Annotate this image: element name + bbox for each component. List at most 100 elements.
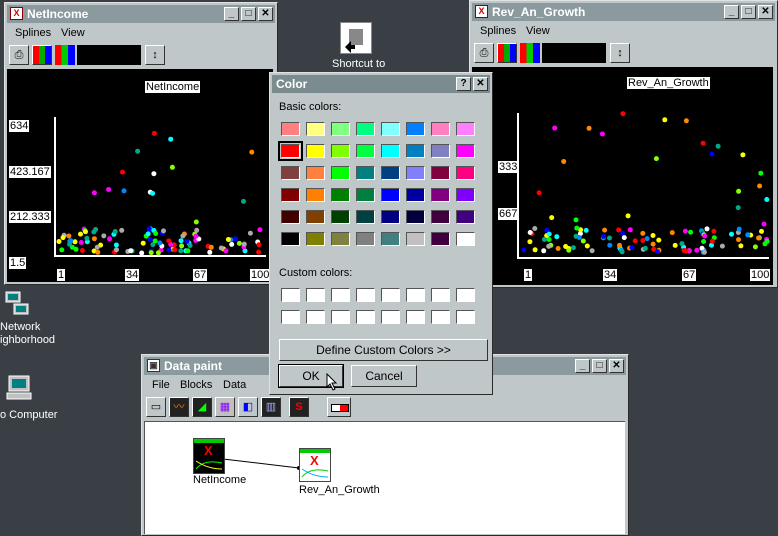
- color-swatch[interactable]: [381, 232, 400, 246]
- color-swatch[interactable]: [281, 166, 300, 180]
- shortcut-icon[interactable]: [340, 22, 372, 54]
- close-button[interactable]: ✕: [473, 77, 488, 91]
- color-swatch[interactable]: [406, 122, 425, 136]
- menu-view[interactable]: View: [61, 27, 85, 39]
- color-swatch[interactable]: [331, 188, 350, 202]
- color-swatch[interactable]: [431, 210, 450, 224]
- growth-titlebar[interactable]: X Rev_An_Growth _ □ ✕: [472, 3, 775, 21]
- menu-splines[interactable]: Splines: [15, 27, 51, 39]
- custom-color-swatch[interactable]: [381, 288, 400, 302]
- color-swatch[interactable]: [306, 188, 325, 202]
- color-swatch[interactable]: [356, 232, 375, 246]
- sort-icon[interactable]: ↕: [610, 43, 630, 63]
- color-swatch[interactable]: [281, 122, 300, 136]
- color-swatch[interactable]: [281, 232, 300, 246]
- color-swatch[interactable]: [381, 188, 400, 202]
- custom-color-swatch[interactable]: [356, 288, 375, 302]
- area-chart-icon[interactable]: ◢: [192, 397, 212, 417]
- custom-color-swatch[interactable]: [406, 310, 425, 324]
- color-swatch[interactable]: [431, 122, 450, 136]
- color-swatch[interactable]: [431, 144, 450, 158]
- growth-window[interactable]: X Rev_An_Growth _ □ ✕ Splines View ⎙ ↕ R…: [469, 0, 778, 288]
- netincome-titlebar[interactable]: X NetIncome _ □ ✕: [7, 5, 275, 23]
- print-icon[interactable]: ⎙: [9, 45, 29, 65]
- spline-block-icon[interactable]: S: [289, 397, 309, 417]
- color-swatch[interactable]: [456, 188, 475, 202]
- color-swatch[interactable]: [278, 141, 303, 161]
- color-swatch[interactable]: [306, 232, 325, 246]
- custom-color-swatch[interactable]: [331, 310, 350, 324]
- custom-color-swatch[interactable]: [431, 288, 450, 302]
- palette-icon[interactable]: [497, 43, 517, 63]
- color-swatch[interactable]: [431, 232, 450, 246]
- color-swatch[interactable]: [406, 166, 425, 180]
- color-swatch[interactable]: [456, 232, 475, 246]
- custom-color-swatch[interactable]: [381, 310, 400, 324]
- color-swatch[interactable]: [281, 188, 300, 202]
- color-swatch[interactable]: [331, 210, 350, 224]
- computer-icon[interactable]: [6, 374, 34, 402]
- color-swatch[interactable]: [331, 122, 350, 136]
- help-button[interactable]: ?: [456, 77, 471, 91]
- custom-color-swatch[interactable]: [331, 288, 350, 302]
- color-dialog-titlebar[interactable]: Color ? ✕: [272, 75, 490, 93]
- color-swatch[interactable]: [306, 166, 325, 180]
- color-swatch[interactable]: [381, 144, 400, 158]
- sort-icon[interactable]: ↕: [145, 45, 165, 65]
- close-button[interactable]: ✕: [609, 359, 624, 373]
- color-swatch[interactable]: [456, 122, 475, 136]
- color-swatch[interactable]: [381, 166, 400, 180]
- color-swatch[interactable]: [431, 166, 450, 180]
- close-button[interactable]: ✕: [758, 5, 773, 19]
- network-icon[interactable]: [4, 290, 32, 318]
- custom-color-swatch[interactable]: [456, 288, 475, 302]
- menu-blocks[interactable]: Blocks: [180, 379, 212, 391]
- color-swatch[interactable]: [356, 188, 375, 202]
- canvas-area[interactable]: X NetIncome X Rev_An_Growth: [144, 421, 625, 534]
- menu-file[interactable]: File: [152, 379, 170, 391]
- color-swatch[interactable]: [456, 144, 475, 158]
- minimize-button[interactable]: _: [224, 7, 239, 21]
- custom-color-swatch[interactable]: [406, 288, 425, 302]
- close-button[interactable]: ✕: [258, 7, 273, 21]
- grid-block-icon[interactable]: ▦: [215, 397, 235, 417]
- custom-color-swatch[interactable]: [306, 288, 325, 302]
- color-swatch[interactable]: [406, 232, 425, 246]
- color-swatch[interactable]: [281, 210, 300, 224]
- color-swatch[interactable]: [456, 210, 475, 224]
- minimize-button[interactable]: _: [724, 5, 739, 19]
- color-swatch[interactable]: [331, 232, 350, 246]
- menu-splines[interactable]: Splines: [480, 25, 516, 37]
- custom-color-swatch[interactable]: [281, 288, 300, 302]
- open-folder-icon[interactable]: ▭: [146, 397, 166, 417]
- custom-color-swatch[interactable]: [431, 310, 450, 324]
- color-swatch[interactable]: [356, 144, 375, 158]
- maximize-button[interactable]: □: [592, 359, 607, 373]
- color-swatch[interactable]: [381, 122, 400, 136]
- print-icon[interactable]: ⎙: [474, 43, 494, 63]
- color-swatch[interactable]: [356, 210, 375, 224]
- custom-color-swatch[interactable]: [306, 310, 325, 324]
- netincome-window[interactable]: X NetIncome _ □ ✕ Splines View ⎙ ↕ NetIn…: [4, 2, 278, 285]
- custom-color-swatch[interactable]: [356, 310, 375, 324]
- line-chart-icon[interactable]: 〰: [169, 397, 189, 417]
- maximize-button[interactable]: □: [741, 5, 756, 19]
- cancel-button[interactable]: Cancel: [351, 365, 417, 387]
- color-swatch[interactable]: [431, 188, 450, 202]
- menu-view[interactable]: View: [526, 25, 550, 37]
- color-swatch[interactable]: [406, 144, 425, 158]
- layers-icon[interactable]: ◧: [238, 397, 258, 417]
- color-swatch[interactable]: [406, 210, 425, 224]
- toggle-icon[interactable]: [327, 397, 351, 417]
- color-swatch[interactable]: [306, 122, 325, 136]
- color-swatch[interactable]: [306, 144, 325, 158]
- color-swatch[interactable]: [306, 210, 325, 224]
- menu-data[interactable]: Data: [223, 379, 246, 391]
- color-swatch[interactable]: [331, 144, 350, 158]
- color-swatch[interactable]: [356, 166, 375, 180]
- define-custom-colors-button[interactable]: Define Custom Colors >>: [279, 339, 488, 361]
- color-swatch[interactable]: [356, 122, 375, 136]
- color-swatch[interactable]: [456, 166, 475, 180]
- palette-icon[interactable]: [32, 45, 52, 65]
- color-swatch[interactable]: [406, 188, 425, 202]
